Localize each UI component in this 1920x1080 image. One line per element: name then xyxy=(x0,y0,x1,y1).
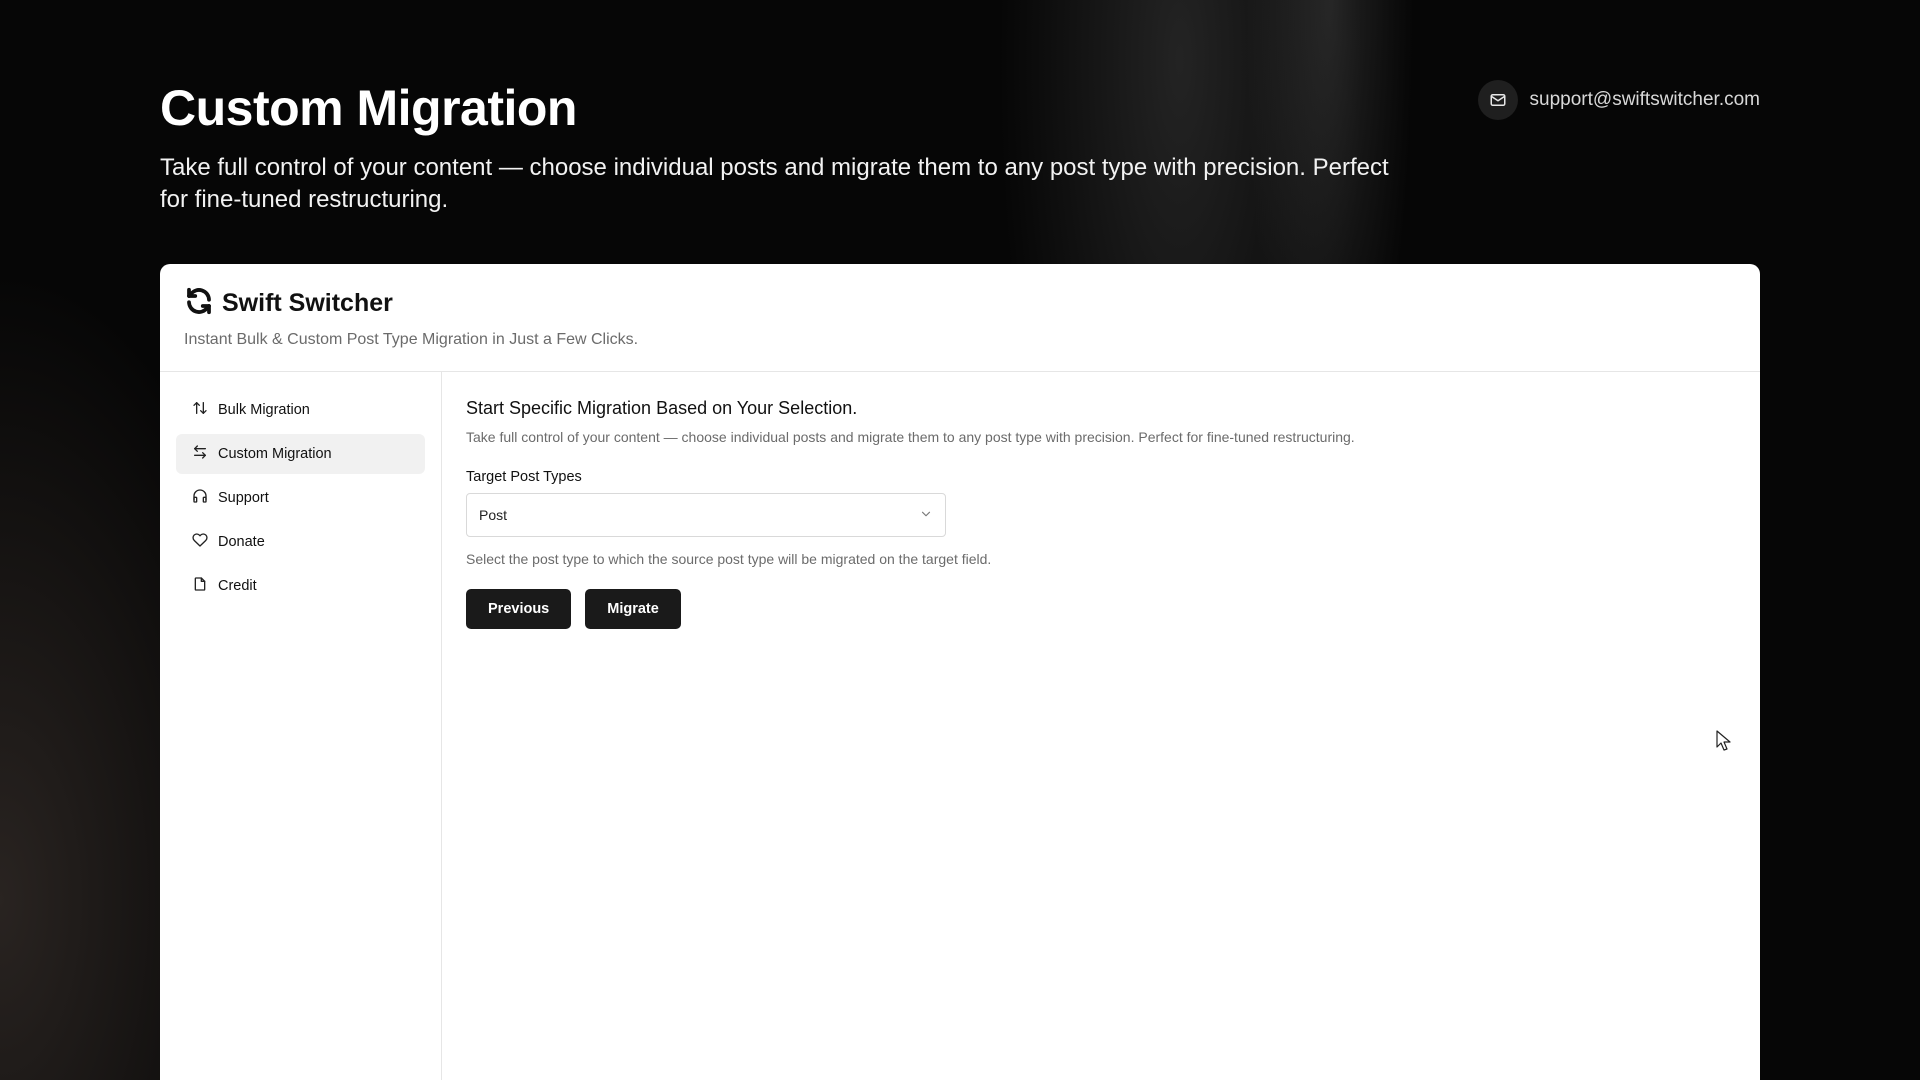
previous-button[interactable]: Previous xyxy=(466,589,572,629)
file-icon xyxy=(192,576,208,596)
target-post-types-select[interactable]: Post xyxy=(466,493,946,537)
form-actions: Previous Migrate xyxy=(466,589,1736,629)
target-post-types-value: Post xyxy=(479,507,508,523)
sidebar-item-label: Bulk Migration xyxy=(218,402,310,418)
plugin-panel: Swift Switcher Instant Bulk & Custom Pos… xyxy=(160,264,1760,1080)
sidebar-item-label: Donate xyxy=(218,534,265,550)
mail-icon xyxy=(1477,80,1518,120)
arrows-up-down-icon xyxy=(192,400,208,420)
sidebar-item-donate[interactable]: Donate xyxy=(176,522,425,562)
support-email-link[interactable]: support@swiftswitcher.com xyxy=(1477,80,1760,120)
panel-body: Bulk Migration Custom Migration Support … xyxy=(160,372,1760,1080)
headphones-icon xyxy=(192,488,208,508)
migration-form: Start Specific Migration Based on Your S… xyxy=(442,372,1760,1080)
sidebar-item-label: Custom Migration xyxy=(218,446,332,462)
migrate-button[interactable]: Migrate xyxy=(585,589,681,629)
brand-tagline: Instant Bulk & Custom Post Type Migratio… xyxy=(184,331,639,348)
brand: Swift Switcher xyxy=(184,286,1736,321)
arrows-left-right-icon xyxy=(192,444,208,464)
target-post-types-label: Target Post Types xyxy=(466,469,582,485)
chevron-down-icon xyxy=(919,507,933,524)
form-description: Take full control of your content — choo… xyxy=(466,429,1355,445)
sidebar-item-bulk-migration[interactable]: Bulk Migration xyxy=(176,390,425,430)
panel-header: Swift Switcher Instant Bulk & Custom Pos… xyxy=(160,264,1760,372)
brand-name: Swift Switcher xyxy=(222,289,393,317)
sidebar-item-label: Credit xyxy=(218,578,257,594)
sidebar-item-label: Support xyxy=(218,490,269,506)
sidebar: Bulk Migration Custom Migration Support … xyxy=(160,372,442,1080)
target-post-types-hint: Select the post type to which the source… xyxy=(466,551,992,567)
form-heading: Start Specific Migration Based on Your S… xyxy=(466,398,858,418)
sidebar-item-support[interactable]: Support xyxy=(176,478,425,518)
support-email-text[interactable]: support@swiftswitcher.com xyxy=(1530,89,1760,111)
sidebar-item-credit[interactable]: Credit xyxy=(176,566,425,606)
hero: Custom Migration Take full control of yo… xyxy=(160,80,1440,216)
heart-icon xyxy=(192,532,208,552)
mouse-cursor-icon xyxy=(1716,730,1732,757)
sidebar-item-custom-migration[interactable]: Custom Migration xyxy=(176,434,425,474)
page-description: Take full control of your content — choo… xyxy=(160,154,1389,213)
refresh-icon xyxy=(184,286,214,321)
page-title: Custom Migration xyxy=(160,80,577,136)
